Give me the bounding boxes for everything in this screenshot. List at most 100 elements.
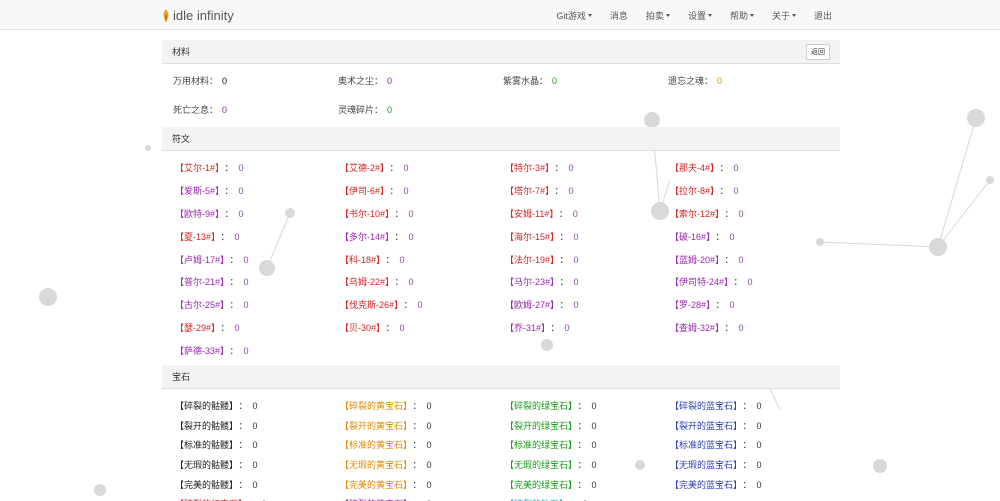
materials-list: 万用材料： 0 奥术之尘： 0 紫雾水晶： 0 遗忘之魂： 0 死亡之息： 0 灵魂碎片： 0 bbox=[162, 64, 840, 127]
rune-colon: ： bbox=[229, 254, 239, 265]
rune-name-link[interactable]: 【夏-13#】 bbox=[175, 232, 216, 242]
rune-name-link[interactable]: 【艾德-2#】 bbox=[340, 163, 385, 173]
gem-count: 0 bbox=[252, 479, 258, 490]
gem-name-link[interactable]: 【标准的黄宝石】 bbox=[340, 440, 408, 450]
rune-colon: ： bbox=[394, 277, 404, 288]
rune-name-link[interactable]: 【马尔-23#】 bbox=[505, 277, 555, 287]
rune-name-link[interactable]: 【贝-30#】 bbox=[340, 323, 381, 333]
rune-name-link[interactable]: 【普尔-21#】 bbox=[175, 277, 225, 287]
rune-name-link[interactable]: 【欧姆-27#】 bbox=[505, 300, 555, 310]
gem-name-link[interactable]: 【无瑕的绿宝石】 bbox=[505, 460, 573, 470]
nav-git-games[interactable]: Git游戏 bbox=[547, 0, 601, 30]
nav-label: 关于 bbox=[771, 10, 790, 21]
back-button[interactable]: 返回 bbox=[806, 43, 830, 60]
gem-colon: ： bbox=[742, 479, 752, 490]
rune-name-link[interactable]: 【安姆-11#】 bbox=[505, 209, 554, 219]
chevron-down-icon bbox=[707, 13, 712, 17]
rune-name-link[interactable]: 【伊司-6#】 bbox=[340, 186, 385, 196]
gem-colon: ： bbox=[742, 420, 752, 431]
gem-name-link[interactable]: 【碎裂的黄宝石】 bbox=[340, 401, 408, 411]
rune-count: 0 bbox=[568, 185, 574, 196]
rune-item: 【伊司-6#】 ： 0 bbox=[340, 182, 505, 202]
gem-count: 0 bbox=[756, 420, 762, 431]
rune-name-link[interactable]: 【罗-28#】 bbox=[670, 300, 711, 310]
rune-name-link[interactable]: 【科-18#】 bbox=[340, 255, 381, 265]
rune-name-link[interactable]: 【海尔-15#】 bbox=[505, 232, 555, 242]
rune-name-link[interactable]: 【古尔-25#】 bbox=[175, 300, 225, 310]
gem-name-link[interactable]: 【完美的蓝宝石】 bbox=[670, 480, 738, 490]
gem-name-link[interactable]: 【碎裂的骷髅】 bbox=[175, 401, 234, 411]
rune-name-link[interactable]: 【查姆-32#】 bbox=[670, 323, 720, 333]
rune-colon: ： bbox=[229, 300, 239, 311]
gem-name-link[interactable]: 【标准的蓝宝石】 bbox=[670, 440, 738, 450]
rune-name-link[interactable]: 【拉尔-8#】 bbox=[670, 186, 715, 196]
rune-item: 【科-18#】 ： 0 bbox=[340, 251, 505, 271]
rune-name-link[interactable]: 【萨德-33#】 bbox=[175, 346, 225, 356]
gem-name-link[interactable]: 【标准的绿宝石】 bbox=[505, 440, 573, 450]
rune-name-link[interactable]: 【伊司特-24#】 bbox=[670, 277, 729, 287]
rune-name-link[interactable]: 【法尔-19#】 bbox=[505, 255, 555, 265]
nav-settings[interactable]: 设置 bbox=[679, 0, 721, 30]
gem-colon: ： bbox=[742, 401, 752, 411]
rune-colon: ： bbox=[385, 323, 395, 334]
rune-colon: ： bbox=[394, 208, 404, 219]
materials-title: 材料 bbox=[172, 47, 191, 57]
rune-name-link[interactable]: 【多尔-14#】 bbox=[340, 232, 390, 242]
rune-name-link[interactable]: 【伐克斯-26#】 bbox=[340, 300, 399, 310]
rune-count: 0 bbox=[573, 300, 579, 311]
runes-list: 【艾尔-1#】 ： 0 【艾德-2#】 ： 0 【特尔-3#】 ： 0 【那夫-4#】 ： 0 【爱斯-… bbox=[162, 151, 840, 365]
rune-name-link[interactable]: 【卢姆-17#】 bbox=[175, 255, 225, 265]
nav-auction[interactable]: 拍卖 bbox=[637, 0, 679, 30]
material-item: 死亡之息： 0 bbox=[173, 103, 338, 118]
rune-colon: ： bbox=[715, 231, 725, 242]
rune-name-link[interactable]: 【爱斯-5#】 bbox=[175, 186, 220, 196]
rune-count: 0 bbox=[572, 208, 578, 219]
gem-name-link[interactable]: 【完美的黄宝石】 bbox=[340, 480, 408, 490]
rune-name-link[interactable]: 【那夫-4#】 bbox=[670, 163, 715, 173]
gems-panel-header: 宝石 bbox=[162, 365, 840, 389]
rune-name-link[interactable]: 【蓝姆-20#】 bbox=[670, 255, 720, 265]
rune-name-link[interactable]: 【索尔-12#】 bbox=[670, 209, 720, 219]
gem-name-link[interactable]: 【无瑕的蓝宝石】 bbox=[670, 460, 738, 470]
gem-item: 【碎裂的钻石】：0 bbox=[505, 495, 670, 501]
rune-count: 0 bbox=[417, 300, 423, 311]
rune-name-link[interactable]: 【乔-31#】 bbox=[505, 323, 546, 333]
gem-name-link[interactable]: 【完美的绿宝石】 bbox=[505, 480, 573, 490]
gem-name-link[interactable]: 【碎裂的蓝宝石】 bbox=[670, 401, 738, 411]
rune-count: 0 bbox=[408, 277, 414, 288]
rune-name-link[interactable]: 【特尔-3#】 bbox=[505, 163, 550, 173]
brand-link[interactable]: idle infinity bbox=[163, 7, 234, 23]
rune-colon: ： bbox=[220, 323, 230, 334]
nav-help[interactable]: 帮助 bbox=[721, 0, 763, 30]
gem-name-link[interactable]: 【裂开的蓝宝石】 bbox=[670, 421, 738, 431]
gem-name-link[interactable]: 【完美的骷髅】 bbox=[175, 480, 234, 490]
rune-name-link[interactable]: 【破-16#】 bbox=[670, 232, 711, 242]
rune-name-link[interactable]: 【欧特-9#】 bbox=[175, 209, 220, 219]
gem-item: 【标准的绿宝石】 ： 0 bbox=[505, 436, 670, 456]
gem-item: 【裂开的绿宝石】 ： 0 bbox=[505, 417, 670, 437]
nav-logout[interactable]: 退出 bbox=[805, 0, 841, 30]
gem-name-link[interactable]: 【无瑕的黄宝石】 bbox=[340, 460, 408, 470]
nav-about[interactable]: 关于 bbox=[763, 0, 805, 30]
gem-name-link[interactable]: 【无瑕的骷髅】 bbox=[175, 460, 234, 470]
rune-count: 0 bbox=[573, 254, 579, 265]
rune-name-link[interactable]: 【塔尔-7#】 bbox=[505, 186, 550, 196]
gem-name-link[interactable]: 【标准的骷髅】 bbox=[175, 440, 234, 450]
gem-colon: ： bbox=[412, 479, 422, 490]
rune-name-link[interactable]: 【瑟-29#】 bbox=[175, 323, 216, 333]
rune-item: 【法尔-19#】 ： 0 bbox=[505, 251, 670, 271]
rune-name-link[interactable]: 【乌姆-22#】 bbox=[340, 277, 390, 287]
gem-colon: ： bbox=[238, 460, 248, 471]
rune-item: 【拉尔-8#】 ： 0 bbox=[670, 182, 835, 202]
gem-name-link[interactable]: 【裂开的骷髅】 bbox=[175, 421, 234, 431]
rune-name-link[interactable]: 【艾尔-1#】 bbox=[175, 163, 220, 173]
nav-label: 拍卖 bbox=[645, 10, 664, 21]
gem-name-link[interactable]: 【裂开的绿宝石】 bbox=[505, 421, 573, 431]
rune-item: 【贝-30#】 ： 0 bbox=[340, 319, 505, 339]
gem-name-link[interactable]: 【碎裂的绿宝石】 bbox=[505, 401, 573, 411]
gem-count: 0 bbox=[591, 420, 597, 431]
gem-name-link[interactable]: 【裂开的黄宝石】 bbox=[340, 421, 408, 431]
nav-messages[interactable]: 消息 bbox=[601, 0, 637, 30]
rune-name-link[interactable]: 【书尔-10#】 bbox=[340, 209, 390, 219]
gem-count: 0 bbox=[426, 420, 432, 431]
